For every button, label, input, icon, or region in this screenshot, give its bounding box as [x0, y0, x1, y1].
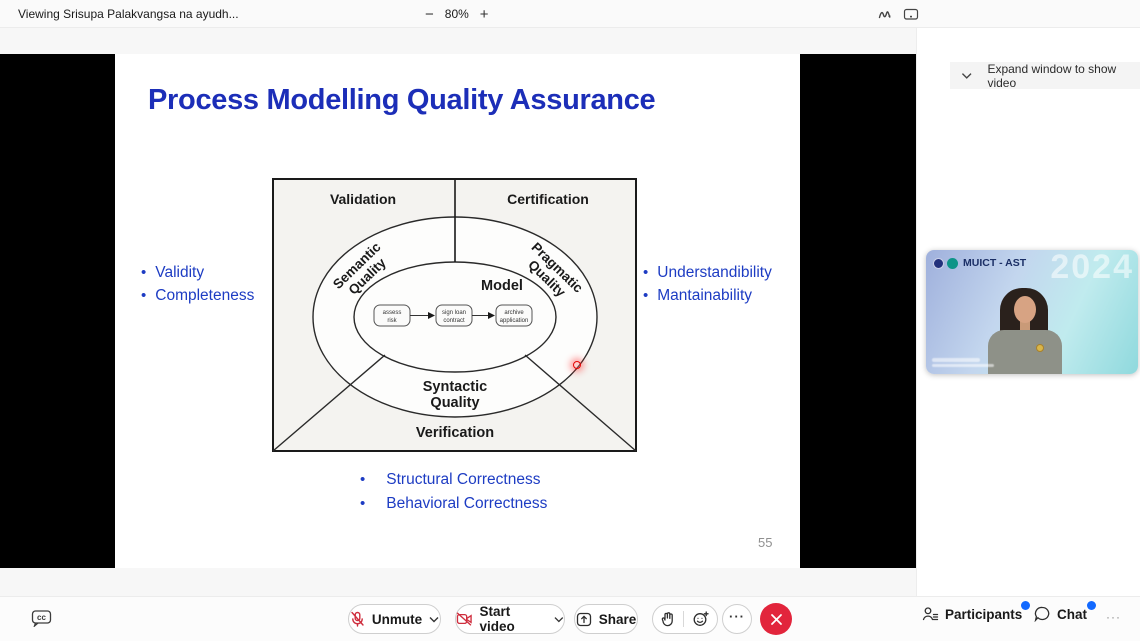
zoom-controls: − 80% + [425, 0, 489, 28]
diagram-label-validation: Validation [330, 191, 396, 207]
svg-text:cc: cc [37, 613, 46, 622]
quality-framework-diagram: Validation Certification Semantic Qualit… [272, 178, 637, 452]
divider [683, 611, 684, 627]
bullet-label: Behavioral Correctness [386, 492, 547, 516]
chevron-down-icon[interactable] [429, 616, 439, 623]
participants-button[interactable]: Participants [922, 606, 1022, 622]
toolbar-overflow-dots[interactable]: ··· [1106, 610, 1121, 624]
unmute-label: Unmute [372, 612, 422, 627]
svg-text:application: application [500, 318, 529, 324]
diagram-label-model: Model [481, 278, 523, 294]
viewing-label: Viewing Srisupa Palakvangsa na ayudh... [18, 7, 239, 21]
bottom-toolbar: cc Unmute Start video [0, 596, 1140, 641]
diagram-label-verification: Verification [416, 425, 494, 441]
zoom-level: 80% [445, 7, 469, 21]
video-thumbnail[interactable]: 2024 MUICT - AST [926, 250, 1138, 374]
letterbox-right [800, 54, 916, 568]
shared-screen-stage: Process Modelling Quality Assurance • Va… [0, 28, 916, 596]
bullet-dot: • [643, 261, 648, 284]
bullet-label: Understandibility [657, 261, 772, 284]
zoom-in-button[interactable]: + [480, 7, 489, 22]
svg-text:contract: contract [443, 318, 465, 324]
unmute-button[interactable]: Unmute [348, 604, 441, 634]
bullet-dot: • [141, 261, 146, 284]
bullet-item: • Completeness [141, 284, 254, 307]
bullet-label: Validity [155, 261, 204, 284]
leave-meeting-button[interactable] [760, 603, 792, 635]
bullet-label: Structural Correctness [386, 468, 540, 492]
share-icon [576, 612, 592, 627]
start-video-button[interactable]: Start video [455, 604, 565, 634]
more-options-button[interactable]: ··· [722, 604, 752, 634]
meeting-window: Viewing Srisupa Palakvangsa na ayudh... … [0, 0, 1140, 641]
bullet-label: Completeness [155, 284, 254, 307]
svg-text:assess: assess [383, 310, 402, 316]
zoom-out-button[interactable]: − [425, 7, 434, 22]
annotate-icon[interactable] [877, 6, 893, 22]
chat-icon [1034, 606, 1051, 622]
participants-notification-dot [1021, 601, 1030, 610]
page-number: 55 [758, 535, 772, 550]
diagram-label-certification: Certification [507, 191, 589, 207]
right-bullet-list: • Understandibility • Mantainability [643, 261, 772, 307]
faculty-logo-icon [947, 258, 958, 269]
participants-label: Participants [945, 607, 1022, 622]
share-button[interactable]: Share [574, 604, 638, 634]
raise-hand-icon[interactable] [661, 612, 674, 627]
chevron-down-icon [961, 72, 972, 80]
more-dots-icon: ··· [729, 610, 745, 629]
bullet-item: • Behavioral Correctness [360, 492, 547, 516]
video-caption-lines [932, 356, 994, 367]
bullet-dot: • [643, 284, 648, 307]
chat-notification-dot [1087, 601, 1096, 610]
presenter-badge [1036, 344, 1044, 352]
participants-icon [922, 606, 939, 622]
presenter-body [988, 330, 1062, 374]
presentation-slide: Process Modelling Quality Assurance • Va… [115, 54, 800, 568]
start-video-label: Start video [480, 604, 548, 634]
diagram-label-syntactic: Syntactic [423, 379, 487, 395]
chevron-down-icon[interactable] [554, 616, 564, 623]
share-top-bar: Viewing Srisupa Palakvangsa na ayudh... … [0, 0, 1140, 28]
video-org-label: MUICT - AST [963, 257, 1026, 269]
close-icon [770, 613, 783, 626]
display-icon[interactable] [903, 6, 919, 22]
svg-text:archive: archive [504, 310, 524, 316]
svg-text:sign loan: sign loan [442, 310, 466, 316]
bullet-dot: • [360, 492, 365, 516]
video-org-header: MUICT - AST [933, 257, 1026, 269]
share-label: Share [599, 612, 637, 627]
bottom-bullet-list: • Structural Correctness • Behavioral Co… [360, 468, 547, 515]
letterbox-left [0, 54, 115, 568]
bullet-dot: • [141, 284, 146, 307]
bullet-dot: • [360, 468, 365, 492]
presenter-face [1014, 296, 1036, 323]
video-watermark: 2024 [1050, 250, 1134, 287]
laser-pointer-dot [573, 361, 581, 369]
svg-text:risk: risk [387, 318, 397, 324]
chat-button[interactable]: Chat [1034, 606, 1087, 622]
reactions-pill [652, 604, 718, 634]
camera-off-icon [456, 612, 473, 626]
reactions-icon[interactable] [693, 611, 709, 627]
bullet-item: • Validity [141, 261, 254, 284]
slide-title: Process Modelling Quality Assurance [148, 84, 655, 117]
bullet-label: Mantainability [657, 284, 752, 307]
university-logo-icon [933, 258, 944, 269]
chat-label: Chat [1057, 607, 1087, 622]
closed-captions-button[interactable]: cc [31, 609, 52, 632]
bullet-item: • Mantainability [643, 284, 772, 307]
left-bullet-list: • Validity • Completeness [141, 261, 254, 307]
expand-video-bar[interactable]: Expand window to show video [950, 62, 1140, 89]
mic-off-icon [350, 611, 365, 627]
video-panel: Expand window to show video 2024 MUICT -… [916, 28, 1140, 596]
bullet-item: • Structural Correctness [360, 468, 547, 492]
cc-icon: cc [31, 609, 52, 627]
bullet-item: • Understandibility [643, 261, 772, 284]
diagram-label-syntactic-quality: Quality [430, 395, 479, 411]
expand-video-label: Expand window to show video [987, 62, 1140, 90]
